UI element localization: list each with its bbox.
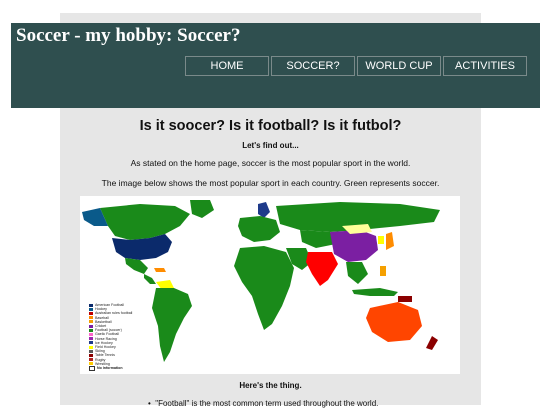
legend-swatch	[89, 312, 93, 315]
legend-swatch	[89, 341, 93, 345]
map-description: The image below shows the most popular s…	[101, 178, 440, 188]
map-philippines	[380, 266, 386, 276]
map-europe	[238, 216, 280, 242]
nav-home[interactable]: HOME	[185, 56, 269, 76]
legend-swatch	[89, 349, 93, 353]
legend-item: No Information	[89, 366, 132, 372]
legend-swatch	[89, 324, 93, 328]
site-header: Soccer - my hobby: Soccer? HOME SOCCER? …	[11, 23, 540, 108]
legend-swatch	[89, 328, 93, 332]
map-legend: American Football Hockey Australian rule…	[89, 303, 132, 372]
map-india	[306, 252, 338, 286]
map-new-zealand	[426, 336, 438, 350]
nav-world-cup[interactable]: WORLD CUP	[357, 56, 441, 76]
map-south-america	[152, 288, 192, 362]
map-canada	[100, 204, 190, 240]
subheading: Let's find out...	[242, 141, 299, 150]
map-central-america	[144, 274, 156, 284]
map-scandinavia	[258, 202, 270, 218]
page-heading: Is it soocer? Is it football? Is it futb…	[139, 118, 402, 134]
main-nav: HOME SOCCER? WORLD CUP ACTIVITIES	[185, 56, 529, 76]
legend-swatch	[89, 316, 93, 320]
legend-swatch	[89, 345, 93, 349]
map-australia	[366, 302, 422, 342]
bullet-text: "Football" is the most common term used …	[155, 399, 379, 408]
legend-swatch	[89, 366, 95, 372]
legend-swatch	[89, 337, 93, 341]
map-southeast-asia	[346, 262, 368, 284]
legend-swatch	[89, 358, 93, 362]
map-japan	[386, 232, 394, 250]
bullet-item: • "Football" is the most common term use…	[148, 399, 378, 408]
nav-activities[interactable]: ACTIVITIES	[443, 56, 527, 76]
map-china	[330, 230, 378, 262]
intro-paragraph: As stated on the home page, soccer is th…	[130, 158, 411, 168]
nav-soccer[interactable]: SOCCER?	[271, 56, 355, 76]
legend-swatch	[89, 303, 93, 307]
legend-swatch	[89, 354, 93, 358]
legend-swatch	[89, 320, 93, 324]
legend-swatch	[89, 362, 93, 366]
map-mexico	[125, 258, 148, 274]
world-sports-map: American Football Hockey Australian rule…	[80, 196, 460, 374]
site-title: Soccer - my hobby: Soccer?	[16, 25, 241, 46]
map-indonesia	[352, 288, 398, 296]
map-png	[398, 296, 412, 302]
map-korea	[378, 236, 384, 244]
legend-swatch	[89, 333, 93, 337]
map-caribbean	[154, 268, 166, 272]
legend-swatch	[89, 307, 93, 311]
map-greenland	[190, 200, 214, 218]
subheading-2: Here's the thing.	[239, 381, 302, 390]
world-map-image	[82, 200, 440, 362]
map-africa	[234, 246, 294, 330]
